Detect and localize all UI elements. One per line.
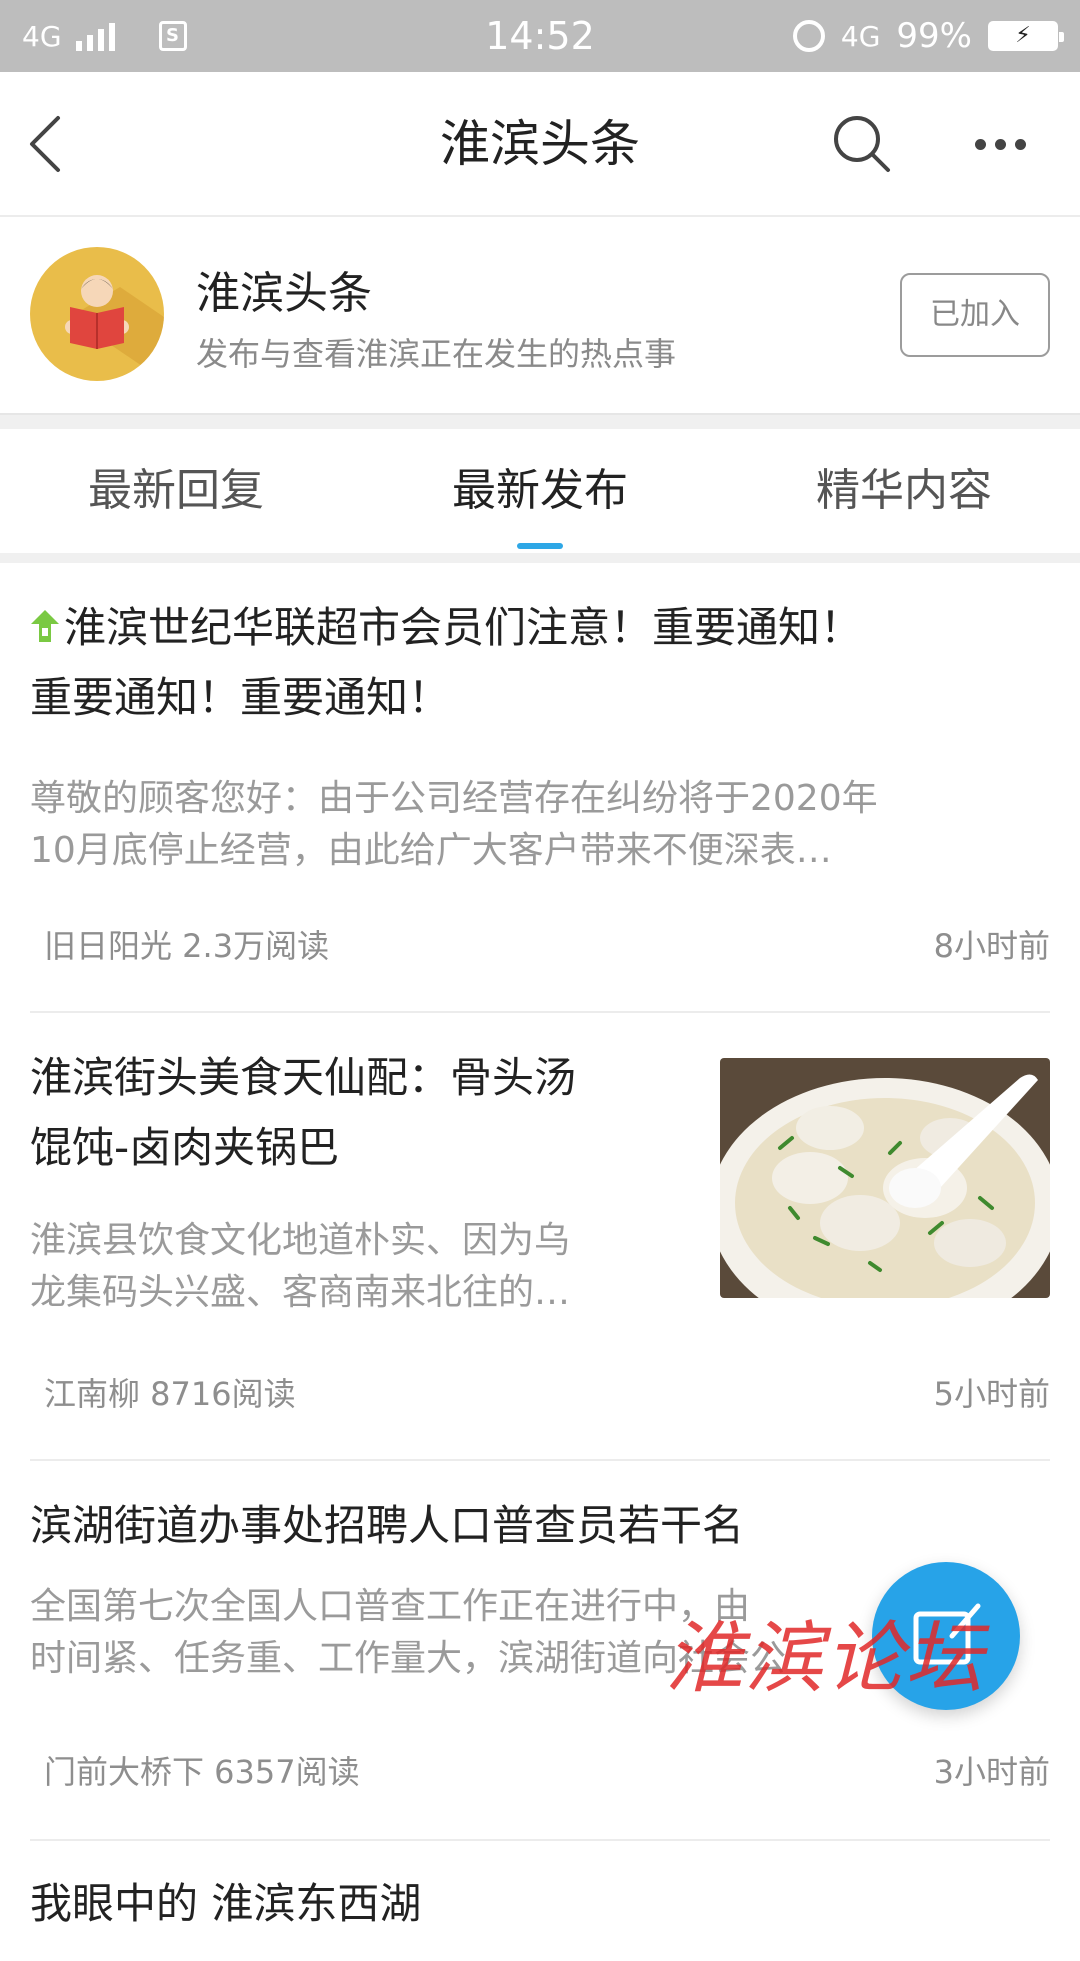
post-title: 我眼中的 淮滨东西湖	[30, 1879, 422, 1928]
post-item[interactable]: 淮滨街头美食天仙配：骨头汤 馄饨-卤肉夹锅巴 淮滨县饮食文化地道朴实、因为乌 龙…	[30, 1013, 1050, 1461]
post-title: 滨湖街道办事处招聘人口普查员若干名	[30, 1501, 745, 1550]
post-title: 淮滨世纪华联超市会员们注意！重要通知！ 重要通知！重要通知！	[30, 603, 863, 722]
group-name: 淮滨头条	[196, 268, 372, 319]
tab-featured[interactable]: 精华内容	[754, 429, 1054, 553]
post-time: 8小时前	[933, 927, 1050, 965]
more-options-button[interactable]	[975, 122, 1045, 166]
search-icon	[834, 116, 890, 172]
dot-icon	[1015, 138, 1026, 150]
post-item[interactable]: 淮滨世纪华联超市会员们注意！重要通知！ 重要通知！重要通知！ 尊敬的顾客您好：由…	[30, 563, 1050, 1013]
post-excerpt: 淮滨县饮食文化地道朴实、因为乌 龙集码头兴盛、客商南来北往的…	[30, 1220, 571, 1313]
wonton-soup-image	[720, 1058, 1050, 1298]
post-meta: 旧日阳光 2.3万阅读	[44, 927, 330, 965]
alarm-icon	[792, 20, 825, 52]
post-item[interactable]: 我眼中的 淮滨东西湖	[30, 1841, 1050, 1961]
watermark: 淮滨论坛	[665, 1614, 986, 1704]
post-feed: 淮滨世纪华联超市会员们注意！重要通知！ 重要通知！重要通知！ 尊敬的顾客您好：由…	[0, 563, 1080, 1961]
page-title: 淮滨头条	[440, 115, 640, 173]
network-type-secondary: 4G	[840, 19, 881, 53]
tab-latest-replies[interactable]: 最新回复	[26, 429, 326, 553]
nav-bar: 淮滨头条	[0, 72, 1080, 217]
search-button[interactable]	[830, 112, 894, 176]
joined-button[interactable]: 已加入	[900, 273, 1050, 357]
pinned-icon	[31, 610, 59, 642]
battery-icon: ⚡	[988, 21, 1064, 51]
post-time: 3小时前	[933, 1753, 1050, 1791]
post-meta: 江南柳 8716阅读	[44, 1375, 296, 1413]
status-bar: 4G S 14:52 4G 99% ⚡	[0, 0, 1080, 72]
group-header: 淮滨头条 发布与查看淮滨正在发生的热点事 已加入	[0, 217, 1080, 413]
section-divider	[0, 413, 1080, 429]
tab-latest-posts[interactable]: 最新发布	[390, 429, 690, 553]
active-tab-indicator	[517, 543, 563, 549]
tab-bar: 最新回复 最新发布 精华内容	[0, 429, 1080, 553]
reader-icon	[65, 275, 164, 381]
battery-percent: 99%	[896, 16, 972, 56]
group-description: 发布与查看淮滨正在发生的热点事	[196, 335, 677, 373]
post-excerpt: 尊敬的顾客您好：由于公司经营存在纠纷将于2020年 10月底停止经营，由此给广大…	[30, 778, 878, 871]
dot-icon	[995, 138, 1006, 150]
section-divider	[0, 553, 1080, 563]
post-thumbnail	[720, 1058, 1050, 1298]
dot-icon	[975, 138, 986, 150]
group-avatar[interactable]	[30, 247, 164, 381]
post-time: 5小时前	[933, 1375, 1050, 1413]
post-meta: 门前大桥下 6357阅读	[44, 1753, 360, 1791]
post-title: 淮滨街头美食天仙配：骨头汤 馄饨-卤肉夹锅巴	[30, 1053, 577, 1172]
